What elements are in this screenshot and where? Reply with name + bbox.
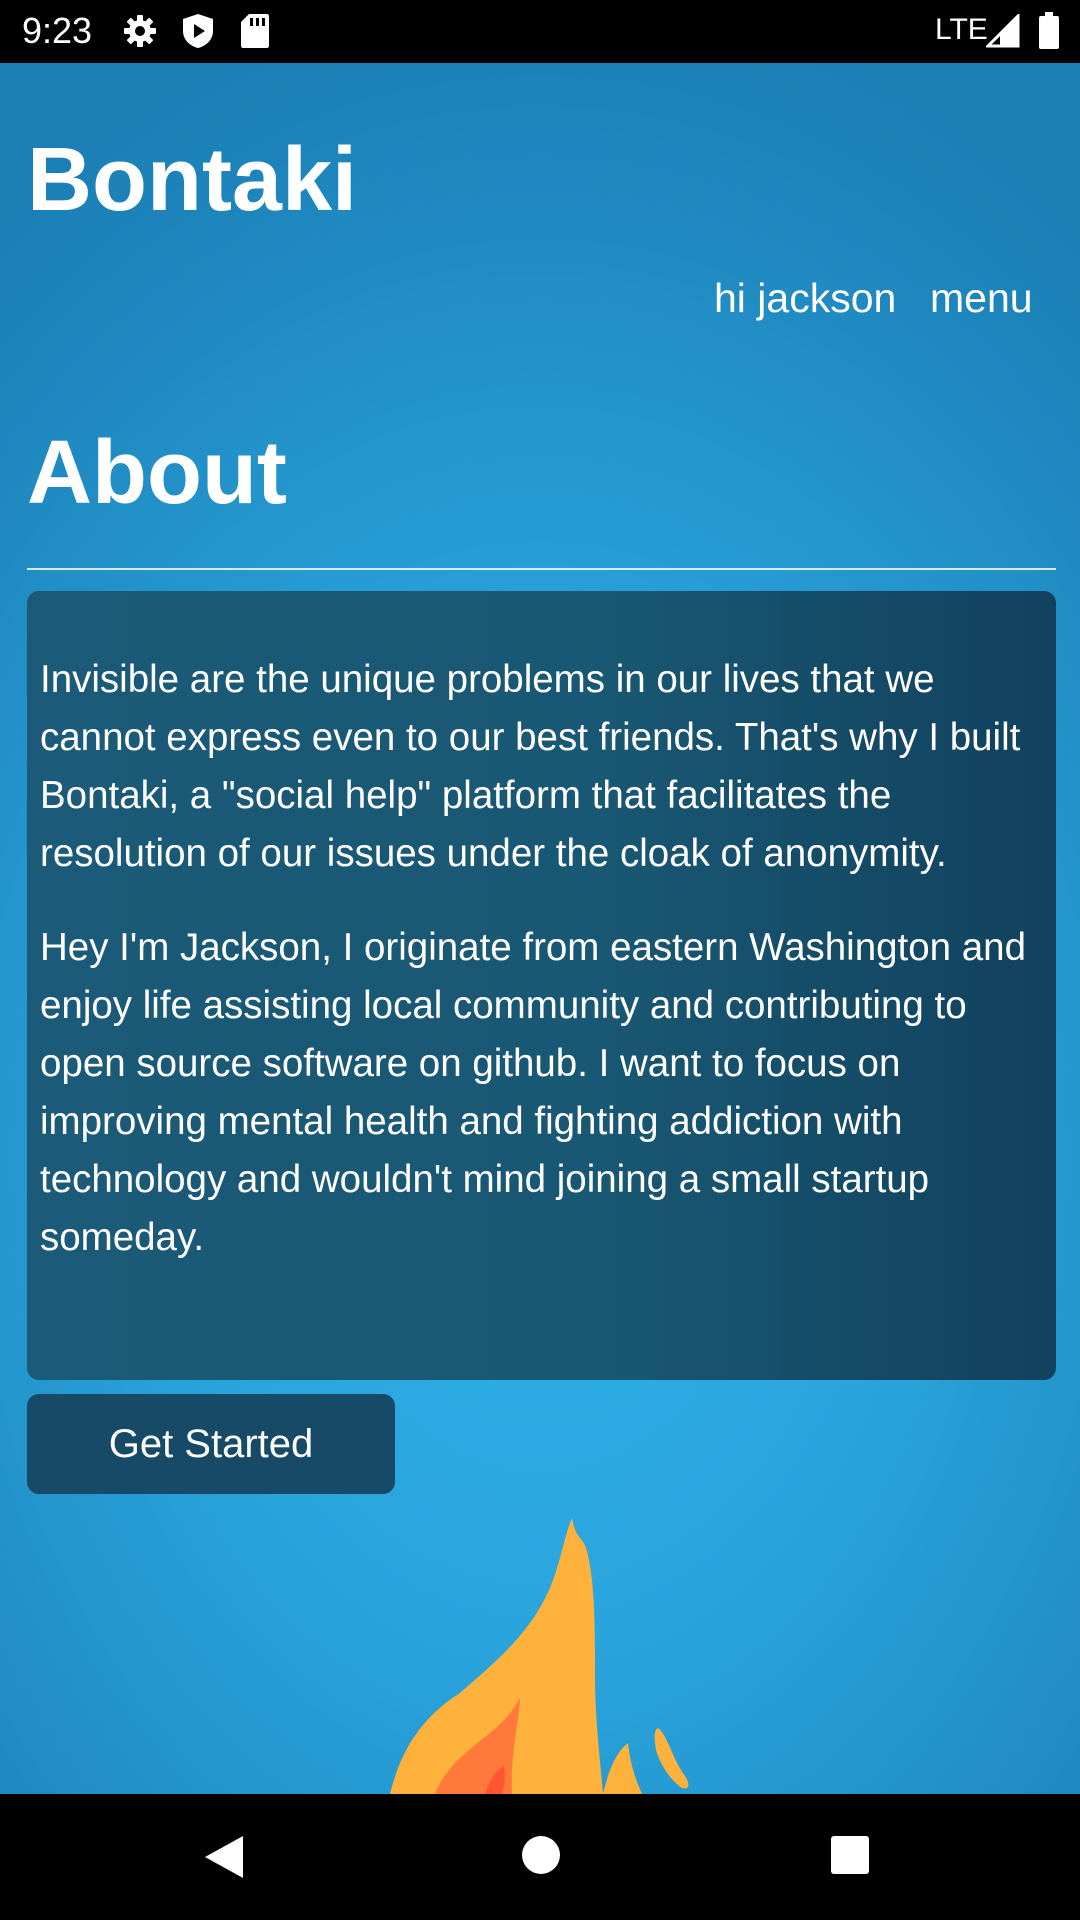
signal-icon	[984, 12, 1020, 53]
status-time: 9:23	[22, 10, 93, 51]
about-paragraph-bio: Hey I'm Jackson, I originate from easter…	[40, 926, 1026, 1259]
app-screen: Bontaki hi jackson menu About Invisible …	[0, 63, 1080, 1794]
shield-play-icon	[181, 13, 215, 54]
sd-card-icon	[240, 13, 270, 54]
brand-title[interactable]: Bontaki	[27, 125, 357, 235]
flame-illustration	[390, 1518, 720, 1794]
menu-button[interactable]: menu	[930, 273, 1033, 323]
user-greeting[interactable]: hi jackson	[714, 273, 896, 323]
network-type: LTE	[935, 13, 988, 46]
system-nav-bar	[0, 1794, 1080, 1920]
home-icon[interactable]	[520, 1834, 562, 1881]
about-paragraph-mission: Invisible are the unique problems in our…	[40, 658, 1021, 875]
page-title: About	[27, 423, 287, 523]
battery-icon	[1038, 12, 1060, 55]
title-divider	[27, 568, 1056, 570]
gear-icon	[122, 13, 158, 54]
back-icon[interactable]	[203, 1834, 245, 1885]
status-bar: 9:23 LTE	[0, 0, 1080, 63]
get-started-button[interactable]: Get Started	[27, 1394, 395, 1494]
recents-icon[interactable]	[830, 1835, 870, 1880]
about-card: Invisible are the unique problems in our…	[27, 591, 1056, 1380]
